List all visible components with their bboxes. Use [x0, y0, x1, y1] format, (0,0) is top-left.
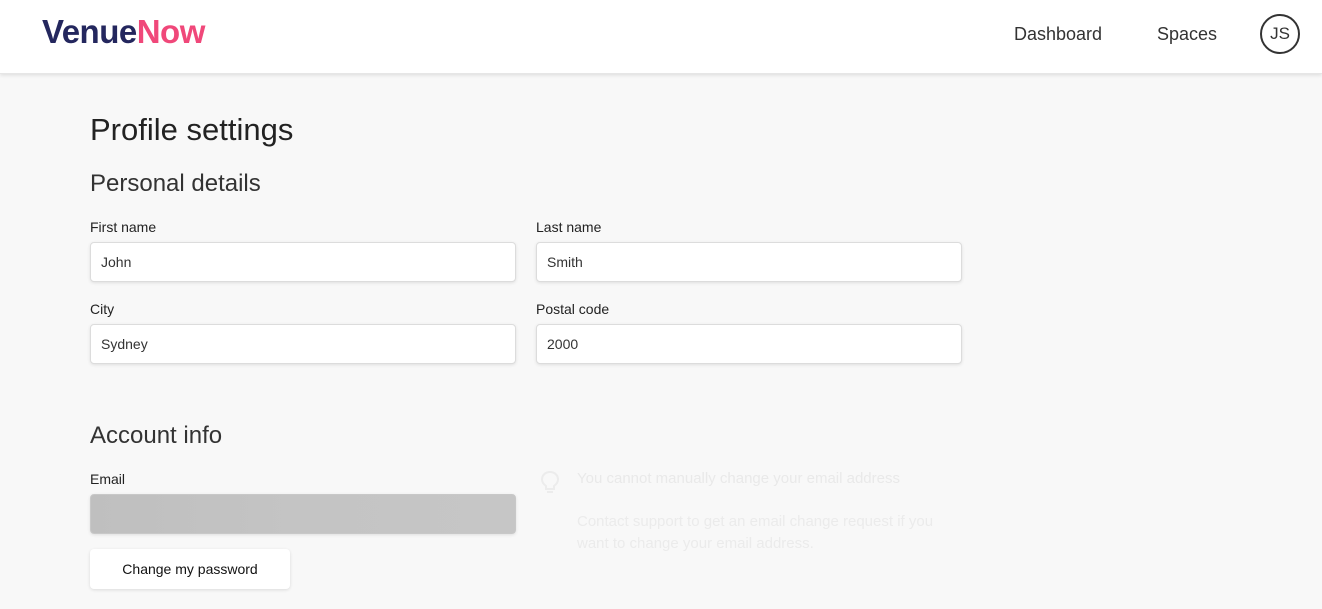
email-notice-body: Contact support to get an email change r… [577, 513, 934, 552]
nav-spaces-link[interactable]: Spaces [1157, 22, 1217, 46]
lightbulb-icon [540, 470, 560, 496]
personal-details-heading: Personal details [90, 170, 261, 197]
logo-venue-text: Venue [42, 13, 137, 50]
email-field[interactable] [90, 494, 516, 534]
page-title: Profile settings [90, 112, 294, 147]
email-label: Email [90, 471, 126, 487]
first-name-field[interactable] [90, 242, 516, 282]
logo-now-text: Now [136, 13, 206, 50]
email-notice-title: You cannot manually change your email ad… [577, 470, 900, 487]
postal-code-field[interactable] [536, 324, 962, 364]
city-field[interactable] [90, 324, 516, 364]
last-name-field[interactable] [536, 242, 962, 282]
user-avatar[interactable]: JS [1260, 14, 1300, 54]
nav-dashboard-link[interactable]: Dashboard [1014, 22, 1102, 46]
top-navigation-bar: VenueNow Dashboard Spaces JS [0, 0, 1322, 74]
postal-code-label: Postal code [536, 301, 610, 317]
change-password-button[interactable]: Change my password [90, 549, 290, 589]
last-name-label: Last name [536, 219, 602, 235]
city-label: City [90, 301, 115, 317]
account-info-heading: Account info [90, 422, 223, 449]
venuenow-logo[interactable]: VenueNow [42, 12, 205, 52]
first-name-label: First name [90, 219, 157, 235]
